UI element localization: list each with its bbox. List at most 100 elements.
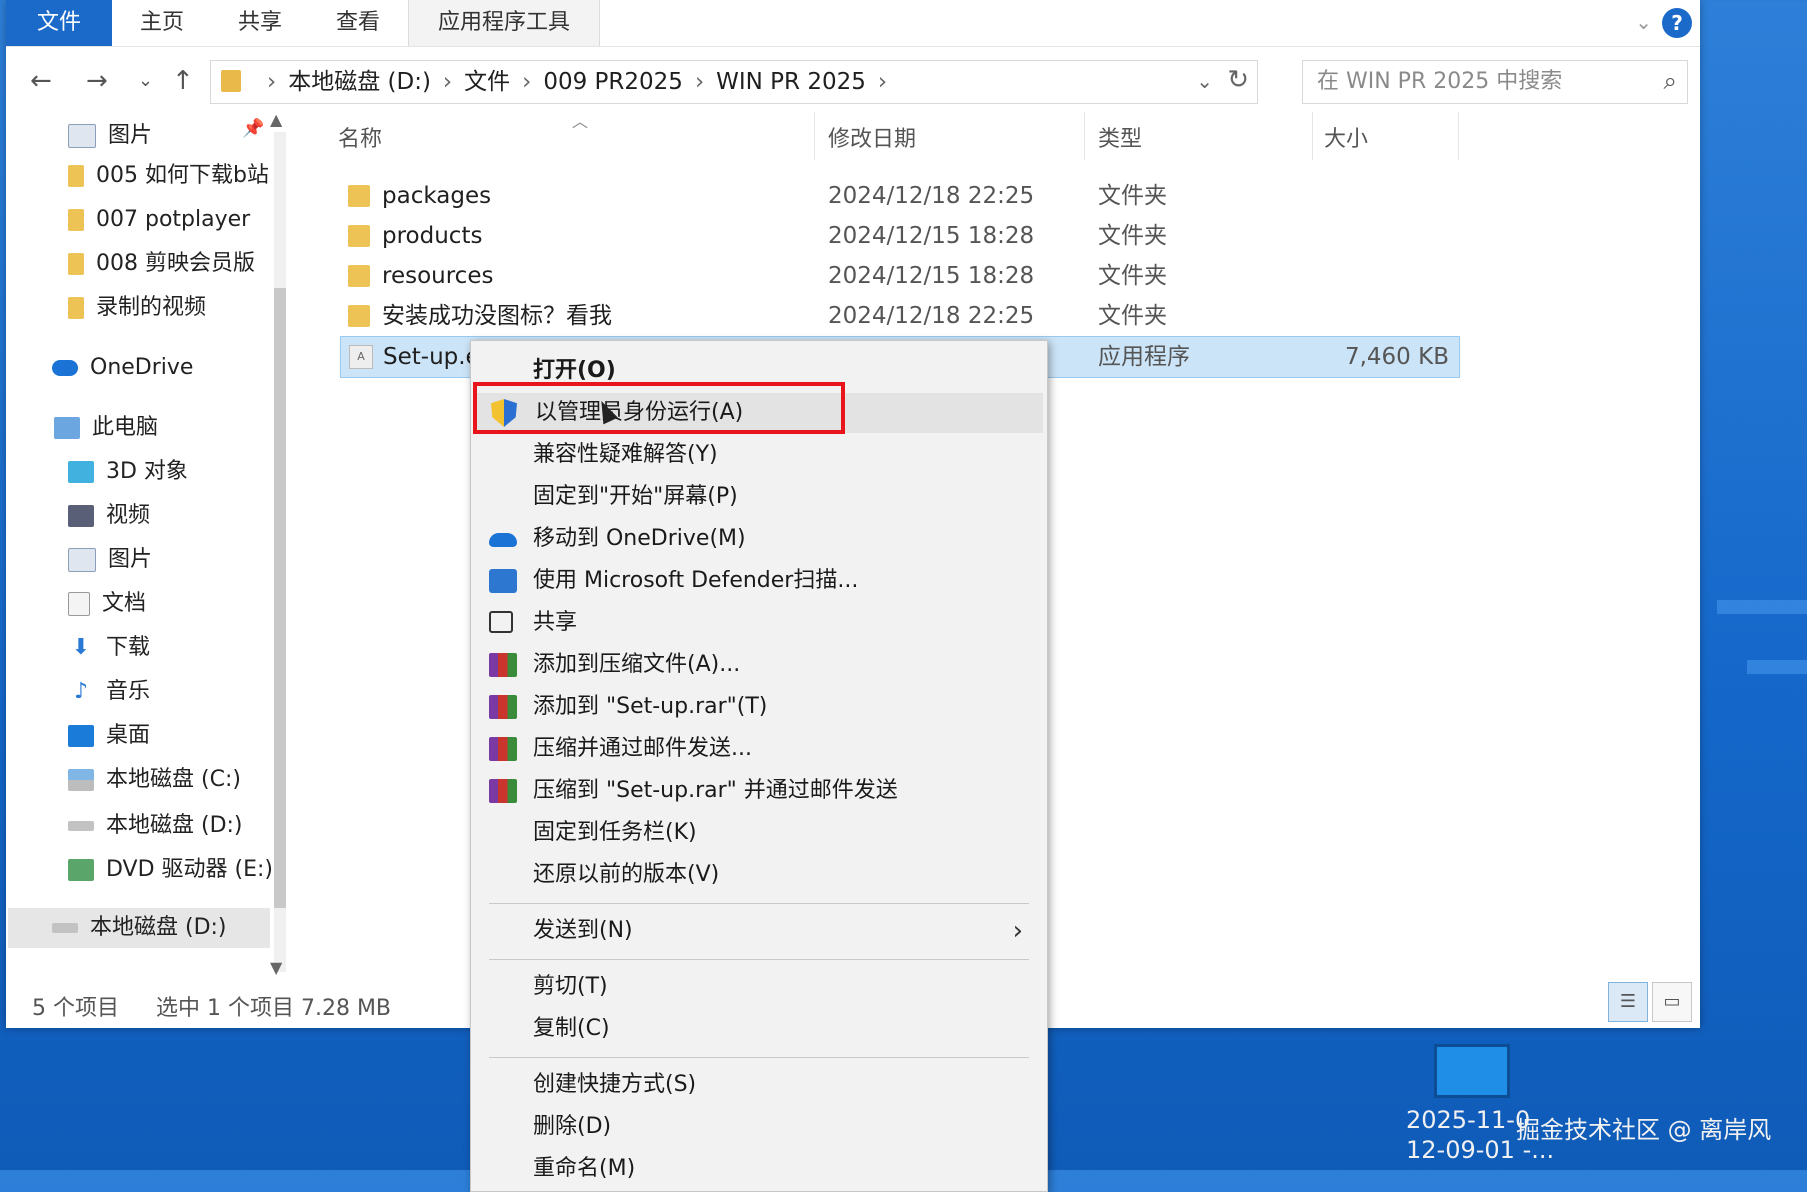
documents-icon — [68, 592, 90, 616]
column-divider[interactable] — [1312, 112, 1313, 160]
file-name: products — [382, 223, 483, 249]
column-header-date[interactable]: 修改日期 — [828, 120, 916, 160]
scroll-up-icon[interactable]: ▲ — [270, 110, 282, 129]
menu-item-label: 重命名(M) — [533, 1156, 636, 1181]
breadcrumb-pr2025[interactable]: 009 PR2025 — [543, 69, 683, 95]
nav-item-label: 下载 — [106, 635, 151, 660]
menu-item-compress-and-email[interactable]: 压缩并通过邮件发送... — [471, 729, 1047, 769]
breadcrumb-separator-icon: › — [267, 69, 277, 95]
menu-item-pin-to-taskbar[interactable]: 固定到任务栏(K) — [471, 813, 1047, 853]
nav-item-recorded-videos[interactable]: 录制的视频 — [68, 288, 206, 328]
menu-item-label: 添加到压缩文件(A)... — [533, 652, 741, 677]
breadcrumb-files[interactable]: 文件 — [464, 69, 510, 95]
search-box[interactable]: 在 WIN PR 2025 中搜索 ⌕ — [1302, 60, 1688, 104]
nav-item-label: 桌面 — [106, 723, 151, 748]
file-name: resources — [382, 263, 494, 289]
nav-item-label: 本地磁盘 (C:) — [106, 767, 241, 792]
breadcrumb-win-pr-2025[interactable]: WIN PR 2025 — [716, 69, 866, 95]
column-header-type[interactable]: 类型 — [1098, 120, 1142, 160]
menu-item-defender-scan[interactable]: 使用 Microsoft Defender扫描... — [471, 561, 1047, 601]
nav-item-drive-c[interactable]: 本地磁盘 (C:) — [68, 760, 241, 800]
column-header-size[interactable]: 大小 — [1324, 120, 1368, 160]
file-date: 2024/12/15 18:28 — [828, 223, 1035, 249]
column-divider[interactable] — [814, 112, 815, 160]
nav-item-folder-007[interactable]: 007 potplayer — [68, 200, 250, 240]
tab-share[interactable]: 共享 — [220, 0, 300, 46]
help-icon[interactable]: ? — [1662, 8, 1692, 38]
nav-item-desktop[interactable]: 桌面 — [68, 716, 150, 756]
nav-item-downloads[interactable]: ⬇ 下载 — [68, 628, 150, 668]
nav-item-label: 视频 — [106, 503, 151, 528]
menu-item-create-shortcut[interactable]: 创建快捷方式(S) — [471, 1065, 1047, 1105]
menu-item-rename[interactable]: 重命名(M) — [471, 1149, 1047, 1189]
menu-item-add-to-setup-rar[interactable]: 添加到 "Set-up.rar"(T) — [471, 687, 1047, 727]
menu-item-move-to-onedrive[interactable]: 移动到 OneDrive(M) — [471, 519, 1047, 559]
menu-item-label: 复制(C) — [533, 1016, 610, 1041]
pictures-icon — [68, 548, 96, 572]
nav-item-drive-d[interactable]: 本地磁盘 (D:) — [68, 806, 243, 846]
folder-icon — [348, 225, 370, 247]
file-row[interactable]: products 2024/12/15 18:28 文件夹 — [340, 216, 1460, 256]
refresh-icon[interactable]: ↻ — [1227, 65, 1249, 95]
menu-item-copy[interactable]: 复制(C) — [471, 1009, 1047, 1049]
tab-application-tools[interactable]: 应用程序工具 — [408, 0, 600, 46]
nav-item-folder-005[interactable]: 005 如何下载b站 — [68, 156, 268, 196]
menu-item-label: 固定到任务栏(K) — [533, 820, 697, 845]
tab-view[interactable]: 查看 — [318, 0, 398, 46]
scrollbar-thumb[interactable] — [274, 288, 286, 908]
nav-item-dvd-drive[interactable]: DVD 驱动器 (E:) — [68, 850, 273, 890]
ribbon-tabs: 文件 主页 共享 查看 应用程序工具 ⌄ ? — [6, 0, 1700, 47]
scroll-down-icon[interactable]: ▼ — [270, 958, 282, 977]
nav-item-label: 本地磁盘 (D:) — [106, 813, 243, 838]
tab-file[interactable]: 文件 — [6, 0, 112, 46]
menu-item-restore-previous-versions[interactable]: 还原以前的版本(V) — [471, 855, 1047, 895]
details-view-icon[interactable]: ☰ — [1608, 982, 1648, 1022]
nav-item-pictures[interactable]: 图片 — [68, 540, 152, 580]
menu-item-add-to-archive[interactable]: 添加到压缩文件(A)... — [471, 645, 1047, 685]
breadcrumb-drive-d[interactable]: 本地磁盘 (D:) — [288, 69, 431, 95]
nav-pane-scrollbar[interactable]: ▲ ▼ — [268, 108, 292, 988]
menu-item-troubleshoot-compat[interactable]: 兼容性疑难解答(Y) — [471, 435, 1047, 475]
back-arrow-icon[interactable]: ← — [30, 66, 52, 96]
search-icon[interactable]: ⌕ — [1664, 67, 1677, 95]
nav-item-folder-008[interactable]: 008 剪映会员版 — [68, 244, 255, 284]
column-header-name[interactable]: 名称 — [338, 120, 382, 160]
menu-item-share[interactable]: 共享 — [471, 603, 1047, 643]
nav-item-videos[interactable]: 视频 — [68, 496, 150, 536]
nav-item-drive-d-selected[interactable]: 本地磁盘 (D:) — [8, 908, 270, 948]
ribbon-expand-chevron-icon[interactable]: ⌄ — [1635, 10, 1652, 34]
forward-arrow-icon[interactable]: → — [86, 66, 108, 96]
large-icons-view-icon[interactable]: ▭ — [1652, 982, 1692, 1022]
watermark: 掘金技术社区 @ 离岸风 — [1516, 1116, 1772, 1144]
menu-item-label: 添加到 "Set-up.rar"(T) — [533, 694, 768, 719]
defender-icon — [489, 569, 517, 593]
address-row: ← → ⌄ ↑ › 本地磁盘 (D:) › 文件 › 009 PR2025 › WIN PR … — [6, 58, 1700, 104]
menu-item-pin-to-start[interactable]: 固定到"开始"屏幕(P) — [471, 477, 1047, 517]
nav-item-pictures-quick[interactable]: 图片 — [68, 116, 152, 156]
column-divider[interactable] — [1084, 112, 1085, 160]
nav-item-this-pc[interactable]: 此电脑 — [54, 408, 158, 448]
nav-item-documents[interactable]: 文档 — [68, 584, 146, 624]
nav-item-onedrive[interactable]: OneDrive — [52, 348, 193, 388]
file-row[interactable]: 安装成功没图标？看我 2024/12/18 22:25 文件夹 — [340, 296, 1460, 336]
menu-item-label: 发送到(N) — [533, 918, 633, 943]
folder-icon — [348, 265, 370, 287]
file-row[interactable]: packages 2024/12/18 22:25 文件夹 — [340, 176, 1460, 216]
menu-item-cut[interactable]: 剪切(T) — [471, 967, 1047, 1007]
up-arrow-icon[interactable]: ↑ — [172, 66, 194, 96]
nav-item-music[interactable]: ♪ 音乐 — [68, 672, 150, 712]
desktop-file-thumbnail[interactable] — [1434, 1044, 1510, 1098]
file-row[interactable]: resources 2024/12/15 18:28 文件夹 — [340, 256, 1460, 296]
menu-item-send-to[interactable]: 发送到(N) › — [471, 911, 1047, 951]
recent-locations-chevron-icon[interactable]: ⌄ — [138, 70, 153, 91]
menu-item-compress-to-rar-and-email[interactable]: 压缩到 "Set-up.rar" 并通过邮件发送 — [471, 771, 1047, 811]
submenu-arrow-icon: › — [1012, 916, 1023, 946]
column-divider[interactable] — [1458, 112, 1459, 160]
address-bar[interactable]: › 本地磁盘 (D:) › 文件 › 009 PR2025 › WIN PR 2025 › ⌄ … — [210, 60, 1258, 104]
pin-icon[interactable]: 📌 — [242, 118, 264, 139]
address-dropdown-chevron-icon[interactable]: ⌄ — [1196, 69, 1213, 93]
tab-home[interactable]: 主页 — [122, 0, 202, 46]
menu-item-delete[interactable]: 删除(D) — [471, 1107, 1047, 1147]
onedrive-icon — [52, 360, 78, 376]
nav-item-3d-objects[interactable]: 3D 对象 — [68, 452, 188, 492]
